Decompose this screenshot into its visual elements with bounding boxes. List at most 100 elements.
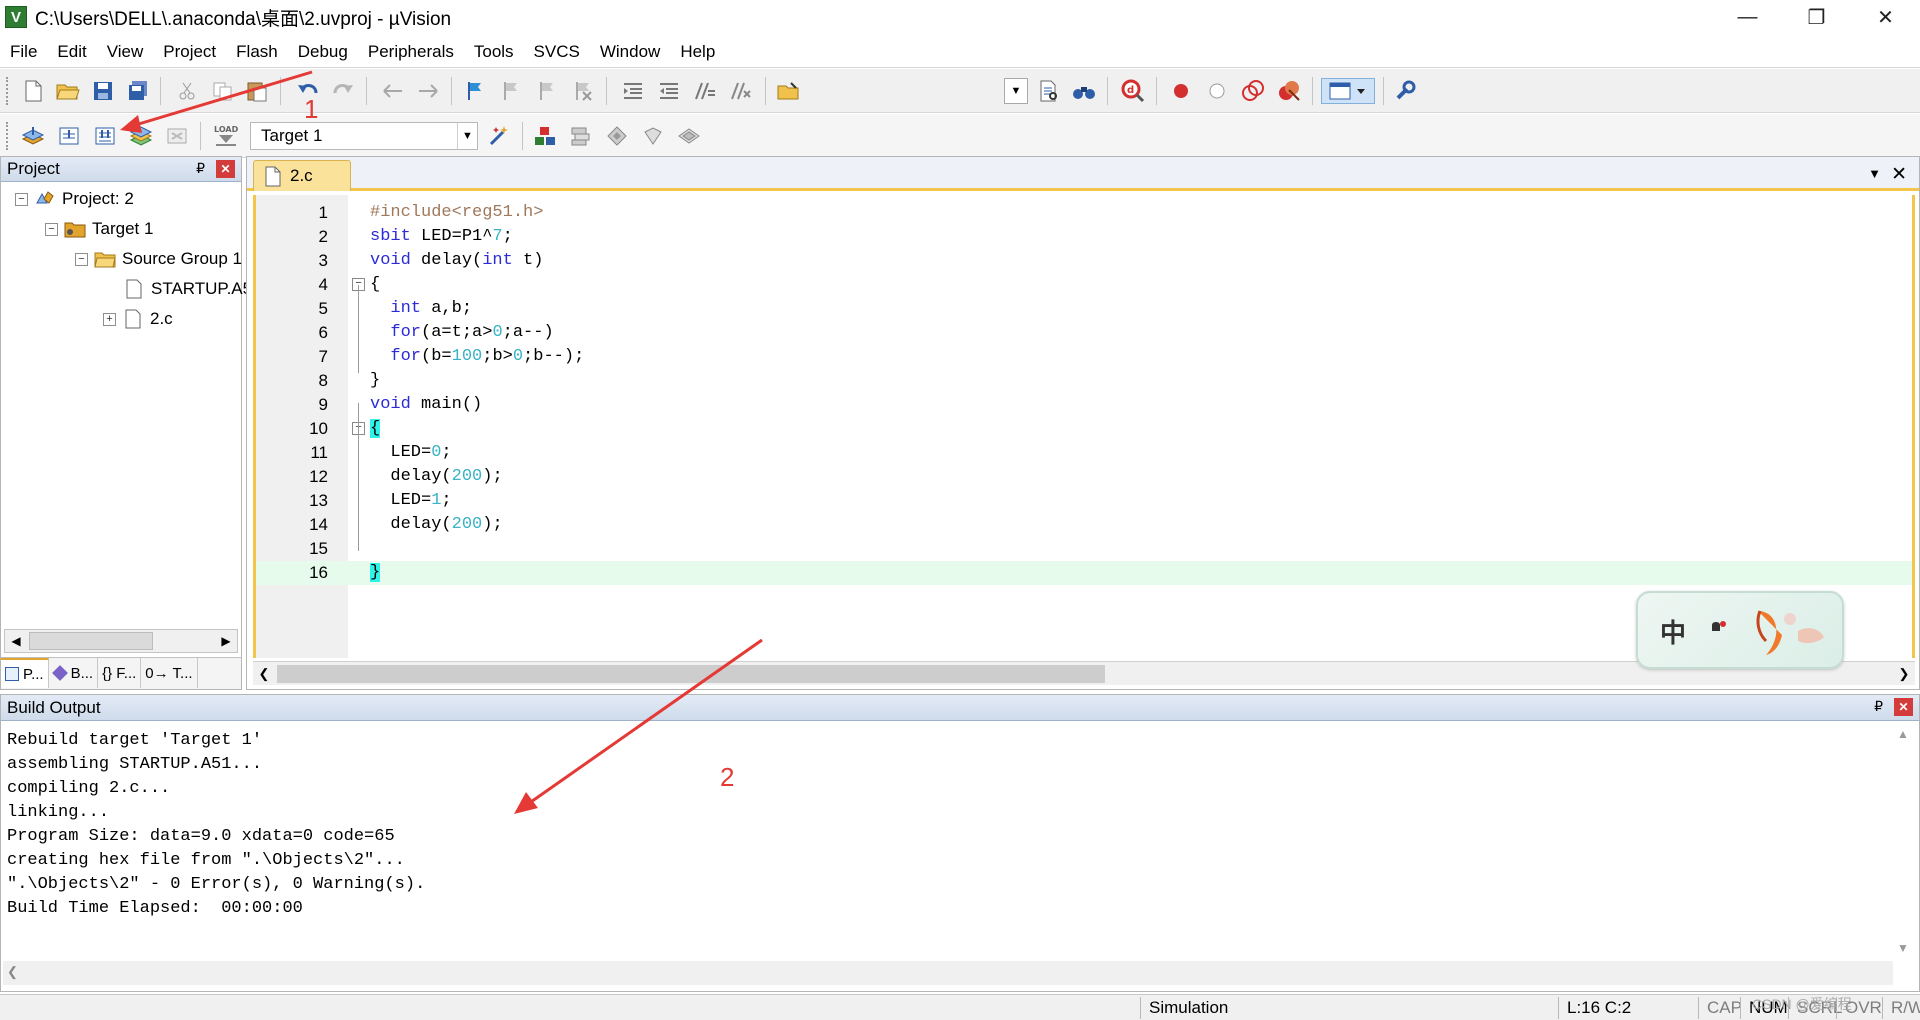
code-line[interactable]: 9 void main() [256,393,1912,417]
menu-view[interactable]: View [97,36,154,68]
menu-file[interactable]: File [0,36,47,68]
scroll-right-icon[interactable]: ▶ [217,632,235,650]
scroll-up-icon[interactable]: ▲ [1897,727,1909,741]
ime-punctuation-icon[interactable] [1708,617,1728,639]
menu-help[interactable]: Help [670,36,725,68]
menu-tools[interactable]: Tools [464,36,524,68]
build-output-log[interactable]: Rebuild target 'Target 1' assembling STAR… [7,729,425,921]
open-file-button[interactable] [55,78,81,104]
enable-breakpoint-button[interactable] [1204,78,1230,104]
tree-item-file[interactable]: + 2.c [103,305,173,333]
scroll-left-icon[interactable]: ❮ [7,964,18,980]
pin-icon[interactable]: ₽ [196,160,205,177]
find-in-files-button[interactable] [776,78,802,104]
bookmark-clear-button[interactable] [570,78,596,104]
tab-books[interactable]: B... [49,658,99,688]
close-window-button[interactable]: ✕ [1851,0,1920,34]
ime-mode-label[interactable]: 中 [1660,613,1686,650]
menu-edit[interactable]: Edit [47,36,96,68]
build-hscrollbar[interactable]: ❮ [3,961,1893,985]
copy-button[interactable] [210,78,236,104]
comment-button[interactable] [692,78,718,104]
bookmark-prev-button[interactable] [498,78,524,104]
tab-list-dropdown[interactable]: ▼ [1868,166,1881,181]
manage-components-button[interactable] [532,123,558,149]
find-combo-dropdown[interactable]: ▼ [1004,78,1028,104]
find-button[interactable] [1036,78,1062,104]
target-select[interactable]: Target 1 ▼ [250,122,478,150]
code-editor[interactable]: 1 #include<reg51.h> 2 sbit LED=P1^7; 3 void d… [253,195,1915,658]
batch-build-button[interactable] [128,123,154,149]
new-file-button[interactable] [20,78,46,104]
collapse-icon[interactable]: − [45,222,58,236]
minimize-button[interactable]: — [1713,0,1782,34]
pin-icon[interactable]: ₽ [1874,698,1883,715]
cut-button[interactable] [174,78,200,104]
save-button[interactable] [90,78,116,104]
multi-project-button[interactable] [676,123,702,149]
unindent-button[interactable] [656,78,682,104]
scroll-left-icon[interactable]: ❮ [255,665,273,683]
menu-peripherals[interactable]: Peripherals [358,36,464,68]
code-line[interactable]: 16} [256,561,1912,585]
download-button[interactable]: LOAD [211,123,241,149]
build-output-close-button[interactable]: ✕ [1894,698,1913,716]
maximize-button[interactable]: ❐ [1782,0,1851,34]
code-line[interactable]: 12 delay(200); [256,465,1912,489]
menu-svcs[interactable]: SVCS [524,36,590,68]
scroll-thumb[interactable] [29,632,153,650]
code-line[interactable]: 6 for(a=t;a>0;a--) [256,321,1912,345]
incremental-find-button[interactable] [1071,78,1097,104]
indent-button[interactable] [620,78,646,104]
code-line[interactable]: 13 LED=1; [256,489,1912,513]
code-line[interactable]: 1 #include<reg51.h> [256,201,1912,225]
scroll-thumb[interactable] [277,665,1105,683]
nav-forward-button[interactable] [415,78,441,104]
insert-breakpoint-button[interactable] [1168,78,1194,104]
nav-back-button[interactable] [380,78,406,104]
disable-all-breakpoints-button[interactable] [1240,78,1266,104]
expand-icon[interactable]: + [103,312,116,326]
code-line[interactable]: 2 sbit LED=P1^7; [256,225,1912,249]
tree-item-source-group[interactable]: − Source Group 1 [75,245,242,273]
select-packs-button[interactable] [568,123,594,149]
code-line[interactable]: 3 void delay(int t) [256,249,1912,273]
redo-button[interactable] [330,78,356,104]
code-line[interactable]: 7 for(b=100;b>0;b--); [256,345,1912,369]
collapse-icon[interactable]: − [75,252,88,266]
translate-button[interactable] [20,123,46,149]
code-line[interactable]: 8} [256,369,1912,393]
project-hscrollbar[interactable]: ◀ ▶ [4,629,238,653]
kill-all-breakpoints-button[interactable] [1276,78,1302,104]
build-vscrollbar[interactable]: ▲ ▼ [1895,727,1915,955]
bookmark-toggle-button[interactable] [462,78,488,104]
chevron-down-icon[interactable]: ▼ [457,123,477,149]
tree-item-file[interactable]: STARTUP.A51 [123,275,262,303]
code-line[interactable]: 14 delay(200); [256,513,1912,537]
code-line[interactable]: 5 int a,b; [256,297,1912,321]
tree-item-target[interactable]: − Target 1 [45,215,153,243]
code-line[interactable]: 4−{ [256,273,1912,297]
code-line[interactable]: 10−{ [256,417,1912,441]
tab-templates[interactable]: 0→ T... [141,658,198,688]
uncomment-button[interactable] [728,78,754,104]
menu-project[interactable]: Project [153,36,226,68]
code-line[interactable]: 11 LED=0; [256,441,1912,465]
stop-build-button[interactable] [164,123,190,149]
menu-window[interactable]: Window [590,36,670,68]
project-panel-close-button[interactable]: ✕ [216,160,235,178]
paste-button[interactable] [244,78,270,104]
save-all-button[interactable] [125,78,151,104]
tab-functions[interactable]: {} F... [98,658,142,688]
toolbar-grip-2[interactable] [6,122,9,150]
bookmark-next-button[interactable] [534,78,560,104]
debug-session-button[interactable]: d [1120,78,1146,104]
scroll-down-icon[interactable]: ▼ [1897,941,1909,955]
build-button[interactable] [56,123,82,149]
tab-project[interactable]: P... [1,658,49,688]
toolbar-grip[interactable] [6,77,9,105]
collapse-icon[interactable]: − [15,192,28,206]
rebuild-button[interactable] [92,123,118,149]
editor-tab-2c[interactable]: 2.c [253,160,351,191]
code-line[interactable]: 15 [256,537,1912,561]
